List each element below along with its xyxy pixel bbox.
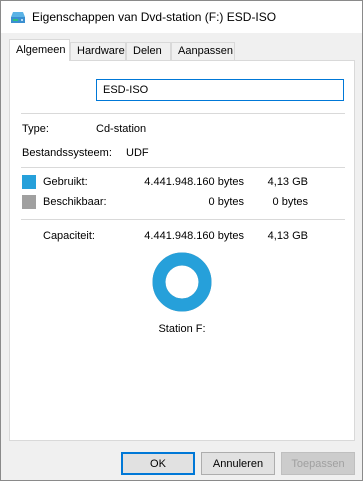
free-label: Beschikbaar: [43, 196, 107, 208]
free-size: 0 bytes [272, 196, 308, 208]
title-bar: Eigenschappen van Dvd-station (F:) ESD-I… [1, 1, 362, 33]
tab-algemeen[interactable]: Algemeen [9, 39, 70, 61]
separator [21, 219, 345, 220]
capacity-label: Capaciteit: [43, 230, 95, 242]
free-bytes: 0 bytes [208, 196, 244, 208]
free-color-swatch [22, 195, 36, 209]
used-size: 4,13 GB [267, 176, 308, 188]
properties-window: Eigenschappen van Dvd-station (F:) ESD-I… [0, 0, 363, 481]
volume-name-input[interactable] [96, 79, 344, 101]
window-title: Eigenschappen van Dvd-station (F:) ESD-I… [32, 10, 277, 24]
used-label: Gebruikt: [43, 176, 88, 188]
used-space-ring [152, 252, 212, 312]
type-value: Cd-station [96, 123, 147, 135]
filesystem-value: UDF [126, 147, 149, 159]
capacity-bytes: 4.441.948.160 bytes [144, 230, 244, 242]
separator [21, 167, 345, 168]
tab-hardware[interactable]: Hardware [70, 42, 126, 61]
drive-label: Station F: [158, 323, 206, 335]
capacity-size: 4,13 GB [267, 230, 308, 242]
used-color-swatch [22, 175, 36, 189]
drive-icon [11, 12, 25, 23]
ok-button[interactable]: OK [121, 452, 195, 475]
apply-button[interactable]: Toepassen [281, 452, 355, 475]
separator [21, 113, 345, 114]
type-label: Type: [22, 123, 49, 135]
filesystem-label: Bestandssysteem: [22, 147, 112, 159]
used-bytes: 4.441.948.160 bytes [144, 176, 244, 188]
usage-donut-chart [152, 252, 212, 312]
tab-aanpassen[interactable]: Aanpassen [171, 42, 235, 61]
cancel-button[interactable]: Annuleren [201, 452, 275, 475]
general-panel: Type: Cd-station Bestandssysteem: UDF Ge… [9, 60, 355, 441]
tab-delen[interactable]: Delen [126, 42, 171, 61]
